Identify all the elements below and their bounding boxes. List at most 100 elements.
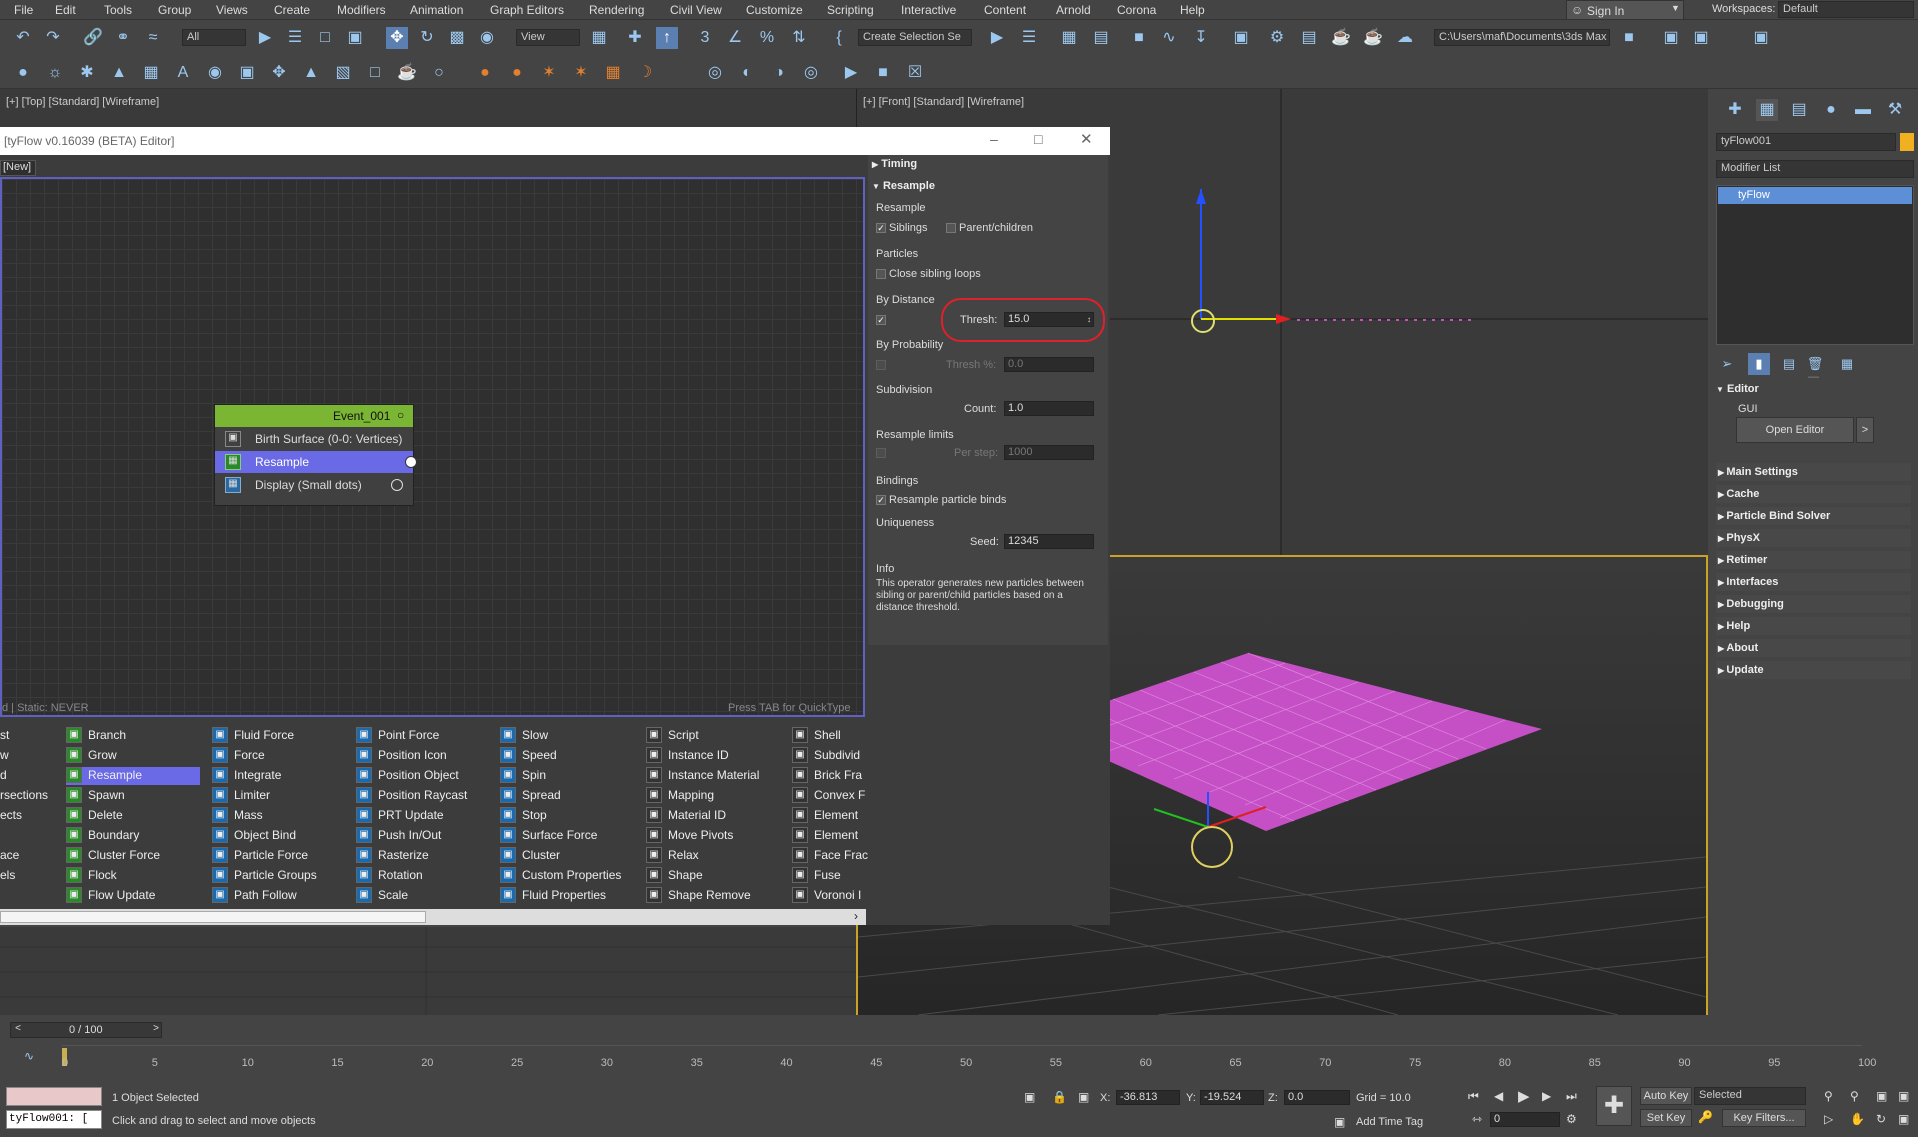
- moon-icon[interactable]: ☽: [634, 62, 656, 84]
- maximize-viewport-icon[interactable]: ▣: [1898, 1112, 1909, 1126]
- palette-operator[interactable]: ▣ Mass: [212, 807, 352, 825]
- menu-tools[interactable]: Tools: [104, 3, 132, 17]
- menu-help[interactable]: Help: [1180, 3, 1205, 17]
- goto-start-icon[interactable]: ⏮: [1468, 1089, 1479, 1104]
- z-coordinate[interactable]: 0.0: [1284, 1090, 1350, 1105]
- scroll-right-icon[interactable]: ›: [854, 909, 858, 923]
- count-spinner[interactable]: 1.0: [1004, 401, 1094, 416]
- seed-spinner[interactable]: 12345: [1004, 534, 1094, 549]
- viewport-top-label[interactable]: [+] [Top] [Standard] [Wireframe]: [6, 96, 159, 108]
- goto-end-icon[interactable]: ⏭: [1566, 1089, 1577, 1104]
- resample-rollout-header[interactable]: ▼ Resample: [872, 180, 1104, 198]
- palette-operator[interactable]: ▣ Fluid Properties: [500, 887, 640, 905]
- create-tab-icon[interactable]: ✚: [1724, 99, 1746, 121]
- y-coordinate[interactable]: -19.524: [1200, 1090, 1264, 1105]
- palette-operator[interactable]: ▣ Particle Force: [212, 847, 352, 865]
- box-icon[interactable]: □: [364, 62, 386, 84]
- orbit-icon[interactable]: ↻: [1876, 1112, 1886, 1126]
- select-object-icon[interactable]: ▶: [254, 27, 276, 49]
- palette-operator[interactable]: ▣ Push In/Out: [356, 827, 496, 845]
- palette-operator[interactable]: ▣ Cluster: [500, 847, 640, 865]
- angle-snap-icon[interactable]: ∠: [724, 27, 746, 49]
- current-frame-field[interactable]: 0: [1490, 1112, 1560, 1127]
- rollout-header-section[interactable]: ▶ About: [1716, 639, 1911, 657]
- project-folder-icon[interactable]: ■: [1618, 27, 1640, 49]
- play-animation-icon[interactable]: ▶: [1518, 1087, 1530, 1105]
- timing-rollout-header[interactable]: ▶ Timing: [872, 158, 1104, 176]
- key-icon[interactable]: 🔑: [1698, 1110, 1713, 1124]
- modifier-list-dropdown[interactable]: Modifier List: [1716, 160, 1914, 178]
- absolute-mode-icon[interactable]: ▣: [1078, 1090, 1089, 1104]
- palette-operator[interactable]: ▣ Force: [212, 747, 352, 765]
- palette-operator[interactable]: ▣ Fluid Force: [212, 727, 352, 745]
- listener-mini[interactable]: [6, 1087, 102, 1106]
- window-icon[interactable]: ▣: [1660, 27, 1682, 49]
- zoom-all-icon[interactable]: ⚲: [1850, 1089, 1859, 1103]
- menu-create[interactable]: Create: [274, 3, 310, 17]
- minimize-icon[interactable]: –: [990, 131, 998, 147]
- prev-key-icon[interactable]: ◀: [1494, 1089, 1503, 1103]
- pivot-icon[interactable]: ▦: [588, 27, 610, 49]
- event-header[interactable]: Event_001 ○: [215, 405, 413, 427]
- time-tag-icon[interactable]: ▣: [1334, 1115, 1345, 1129]
- edit-named-selection-icon[interactable]: {: [828, 27, 850, 49]
- rollout-header-section[interactable]: ▶ Particle Bind Solver: [1716, 507, 1911, 525]
- toggle-ribbon-icon[interactable]: ■: [1128, 27, 1150, 49]
- operator-resample[interactable]: ▦ Resample: [215, 451, 417, 473]
- object-name-field[interactable]: tyFlow001: [1716, 133, 1896, 151]
- undo-icon[interactable]: ↶: [12, 27, 34, 49]
- bone-icon[interactable]: ▲: [300, 62, 322, 84]
- palette-operator[interactable]: ▣ Point Force: [356, 727, 496, 745]
- scene-explorer-icon[interactable]: ▦: [1058, 27, 1080, 49]
- key-mode-icon[interactable]: ⇿: [1472, 1112, 1482, 1126]
- palette-operator[interactable]: ▣ Path Follow: [212, 887, 352, 905]
- project-path-dropdown[interactable]: C:\Users\maf\Documents\3ds Max 2020: [1434, 29, 1610, 46]
- palette-operator[interactable]: ▣ Relax: [646, 847, 786, 865]
- teapot-icon[interactable]: ☕: [396, 62, 418, 84]
- sign-in-dropdown[interactable]: ☺ Sign In ▼: [1566, 0, 1684, 20]
- palette-operator[interactable]: ▣ Brick Fra: [792, 767, 932, 785]
- palette-operator[interactable]: ▣ Resample: [66, 767, 200, 785]
- snap-toggle-icon[interactable]: 3: [694, 27, 716, 49]
- event-node[interactable]: Event_001 ○ ▣ Birth Surface (0-0: Vertic…: [214, 404, 417, 506]
- palette-operator[interactable]: rsections: [0, 787, 52, 805]
- select-manipulate-icon[interactable]: ✚: [624, 27, 646, 49]
- isolate-icon[interactable]: ▣: [1024, 1090, 1035, 1104]
- close-sibling-loops-checkbox[interactable]: Close sibling loops: [876, 268, 1102, 280]
- palette-operator[interactable]: ▣ Branch: [66, 727, 206, 745]
- modify-tab-icon[interactable]: ▦: [1756, 99, 1778, 121]
- particles-icon[interactable]: ✱: [76, 62, 98, 84]
- spinner-snap-icon[interactable]: ⇅: [788, 27, 810, 49]
- rollout-header-section[interactable]: ▶ Interfaces: [1716, 573, 1911, 591]
- maximize-icon[interactable]: □: [1034, 131, 1042, 147]
- palette-operator[interactable]: ▣ Boundary: [66, 827, 206, 845]
- menu-group[interactable]: Group: [158, 3, 191, 17]
- modifier-stack[interactable]: tyFlow: [1716, 185, 1914, 345]
- curve-editor-icon[interactable]: ∿: [1158, 27, 1180, 49]
- menu-file[interactable]: File: [14, 3, 33, 17]
- palette-operator[interactable]: ▣ Instance Material: [646, 767, 786, 785]
- operator-birth-surface[interactable]: ▣ Birth Surface (0-0: Vertices): [215, 428, 413, 450]
- palette-operator[interactable]: ▣ Face Frac: [792, 847, 932, 865]
- transform-icon[interactable]: ✥: [268, 62, 290, 84]
- palette-operator[interactable]: ▣ Custom Properties: [500, 867, 640, 885]
- palette-operator[interactable]: ▣ Flock: [66, 867, 206, 885]
- rollout-header-section[interactable]: ▶ PhysX: [1716, 529, 1911, 547]
- display-socket[interactable]: [391, 479, 403, 491]
- rollout-header-section[interactable]: ▶ Help: [1716, 617, 1911, 635]
- motion-tab-icon[interactable]: ●: [1820, 99, 1842, 121]
- menu-views[interactable]: Views: [216, 3, 248, 17]
- utilities-tab-icon[interactable]: ⚒: [1884, 99, 1906, 121]
- editor-options-button[interactable]: >: [1856, 417, 1874, 443]
- menu-interactive[interactable]: Interactive: [901, 3, 956, 17]
- render-cloud-icon[interactable]: ☁: [1394, 27, 1416, 49]
- palette-operator[interactable]: ace: [0, 847, 52, 865]
- next-key-icon[interactable]: ▶: [1542, 1089, 1551, 1103]
- per-step-spinner[interactable]: 1000: [1004, 445, 1094, 460]
- fov-icon[interactable]: ▷: [1824, 1112, 1833, 1126]
- render-icon[interactable]: ☕: [1330, 27, 1352, 49]
- object-color-swatch[interactable]: [1900, 133, 1914, 151]
- event-toggle-icon[interactable]: ○: [397, 408, 404, 422]
- palette-operator[interactable]: ▣ Delete: [66, 807, 206, 825]
- keyboard-shortcut-icon[interactable]: ↑: [656, 27, 678, 49]
